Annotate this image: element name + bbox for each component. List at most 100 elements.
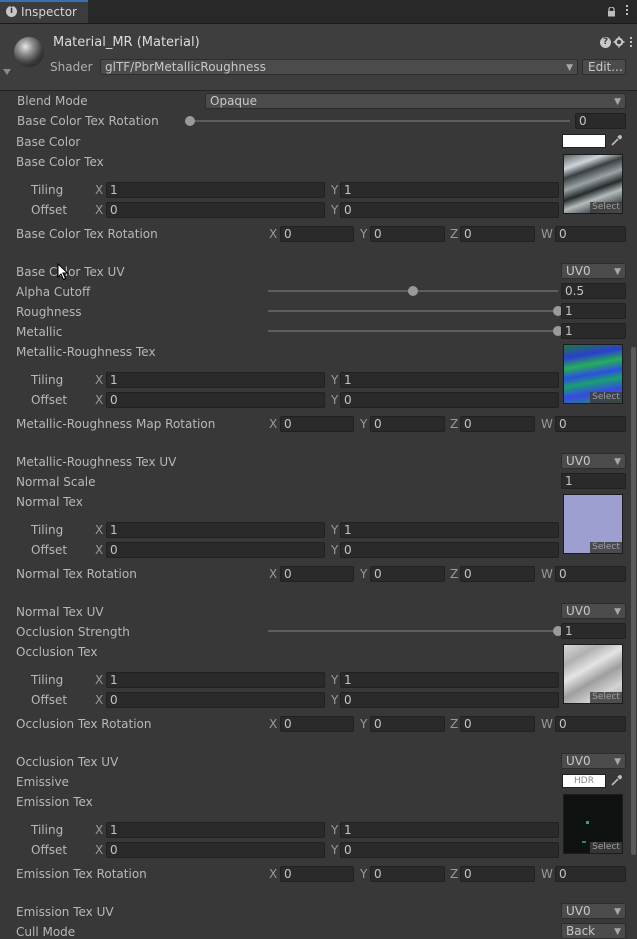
mr-tiling-y-field[interactable]: 1 xyxy=(340,372,559,388)
base-color-tiling-x-field[interactable]: 1 xyxy=(106,182,325,198)
mr-tiling-x-field[interactable]: 1 xyxy=(106,372,325,388)
help-icon[interactable]: ? xyxy=(600,37,611,48)
mr-offset-y-field[interactable]: 0 xyxy=(340,392,559,408)
tab-inspector[interactable]: i Inspector xyxy=(0,0,88,23)
shader-dropdown[interactable]: glTF/PbrMetallicRoughness ▼ xyxy=(100,59,578,75)
blend-mode-dropdown[interactable]: Opaque ▼ xyxy=(205,93,626,109)
emission-tex-uv-dropdown[interactable]: UV0 ▼ xyxy=(561,903,626,919)
normal-tiling-x-field[interactable]: 1 xyxy=(106,522,325,538)
occlusion-strength-track[interactable] xyxy=(268,630,558,632)
base-color-tiling-y-field[interactable]: 1 xyxy=(340,182,559,198)
tiling-label: Tiling xyxy=(31,183,64,197)
mr-rotation-w-field[interactable]: 0 xyxy=(555,416,626,432)
emissive-hdr-swatch[interactable]: HDR xyxy=(562,774,606,788)
roughness-track[interactable] xyxy=(268,310,558,312)
occlusion-offset-y-field[interactable]: 0 xyxy=(340,692,559,708)
alpha-cutoff-handle[interactable] xyxy=(408,286,418,296)
normal-tex-uv-dropdown[interactable]: UV0 ▼ xyxy=(561,603,626,619)
edit-shader-button[interactable]: Edit... xyxy=(582,59,626,75)
axis-x-label: X xyxy=(95,523,104,537)
emission-tex-uv-label: Emission Tex UV xyxy=(16,905,114,919)
base-color-rotation-x-field[interactable]: 0 xyxy=(280,226,354,242)
emission-rotation-x-field[interactable]: 0 xyxy=(280,866,354,882)
material-sphere-icon xyxy=(14,37,44,67)
emission-tiling-y-field[interactable]: 1 xyxy=(340,822,559,838)
axis-z-label: Z xyxy=(450,867,459,881)
normal-offset-y-field[interactable]: 0 xyxy=(340,542,559,558)
occlusion-rotation-y-field[interactable]: 0 xyxy=(370,716,445,732)
base-color-swatch[interactable] xyxy=(562,134,606,148)
roughness-value-field[interactable]: 1 xyxy=(561,303,626,319)
foldout-icon[interactable] xyxy=(3,69,11,75)
base-color-tex-uv-dropdown[interactable]: UV0 ▼ xyxy=(561,263,626,279)
metallic-roughness-tex-thumbnail[interactable]: Select xyxy=(563,344,623,404)
base-color-offset-y-field[interactable]: 0 xyxy=(340,202,559,218)
base-color-tex-thumbnail[interactable]: Select xyxy=(563,154,623,214)
kebab-icon[interactable] xyxy=(628,36,634,48)
mr-offset-x-field[interactable]: 0 xyxy=(106,392,325,408)
emission-rotation-y-field[interactable]: 0 xyxy=(370,866,445,882)
offset-label: Offset xyxy=(31,203,68,217)
base-color-tex-rotation-handle[interactable] xyxy=(185,116,195,126)
menu-icon[interactable] xyxy=(622,4,632,16)
mr-tex-uv-dropdown[interactable]: UV0 ▼ xyxy=(561,453,626,469)
occlusion-rotation-z-field[interactable]: 0 xyxy=(460,716,535,732)
emission-tex-uv-value: UV0 xyxy=(566,904,591,918)
occlusion-strength-value-field[interactable]: 1 xyxy=(561,623,626,639)
occlusion-tex-uv-label: Occlusion Tex UV xyxy=(16,755,119,769)
eyedropper-icon[interactable] xyxy=(610,774,623,787)
alpha-cutoff-value-field[interactable]: 0.5 xyxy=(561,283,626,299)
axis-x-label: X xyxy=(269,867,278,881)
axis-x-label: X xyxy=(95,823,104,837)
mr-rotation-x-field[interactable]: 0 xyxy=(280,416,354,432)
normal-offset-x-field[interactable]: 0 xyxy=(106,542,325,558)
select-label[interactable]: Select xyxy=(590,202,622,213)
normal-tiling-y-field[interactable]: 1 xyxy=(340,522,559,538)
emission-offset-y-field[interactable]: 0 xyxy=(340,842,559,858)
base-color-rotation-y-field[interactable]: 0 xyxy=(370,226,445,242)
base-color-offset-x-field[interactable]: 0 xyxy=(106,202,325,218)
axis-x-label: X xyxy=(95,203,104,217)
occlusion-tiling-y-field[interactable]: 1 xyxy=(340,672,559,688)
mr-rotation-z-field[interactable]: 0 xyxy=(460,416,535,432)
emission-rotation-w-field[interactable]: 0 xyxy=(555,866,626,882)
axis-y-label: Y xyxy=(331,673,339,687)
scrollbar-thumb[interactable] xyxy=(631,347,636,855)
occlusion-rotation-x-field[interactable]: 0 xyxy=(280,716,354,732)
base-color-tex-rotation-track[interactable] xyxy=(190,120,570,122)
occlusion-rotation-w-field[interactable]: 0 xyxy=(555,716,626,732)
occlusion-tex-thumbnail[interactable]: Select xyxy=(563,644,623,704)
base-color-rotation-w-field[interactable]: 0 xyxy=(555,226,626,242)
normal-tex-rotation-label: Normal Tex Rotation xyxy=(16,567,137,581)
emission-tex-thumbnail[interactable]: Select xyxy=(563,794,623,854)
occlusion-tex-uv-dropdown[interactable]: UV0 ▼ xyxy=(561,753,626,769)
occlusion-tiling-x-field[interactable]: 1 xyxy=(106,672,325,688)
cull-mode-dropdown[interactable]: Back ▼ xyxy=(561,923,626,939)
mr-rotation-y-field[interactable]: 0 xyxy=(370,416,445,432)
normal-scale-field[interactable]: 1 xyxy=(561,473,626,489)
base-color-tex-rotation-value-field[interactable]: 0 xyxy=(575,113,626,129)
select-label[interactable]: Select xyxy=(590,842,622,853)
normal-rotation-z-field[interactable]: 0 xyxy=(460,566,535,582)
metallic-value-field[interactable]: 1 xyxy=(561,323,626,339)
eyedropper-icon[interactable] xyxy=(610,134,623,147)
lock-icon[interactable] xyxy=(607,6,616,17)
select-label[interactable]: Select xyxy=(590,542,622,553)
select-label[interactable]: Select xyxy=(590,392,622,403)
axis-x-label: X xyxy=(95,393,104,407)
normal-tex-thumbnail[interactable]: Select xyxy=(563,494,623,554)
normal-rotation-x-field[interactable]: 0 xyxy=(280,566,354,582)
occlusion-offset-x-field[interactable]: 0 xyxy=(106,692,325,708)
axis-x-label: X xyxy=(95,183,104,197)
select-label[interactable]: Select xyxy=(590,692,622,703)
axis-y-label: Y xyxy=(360,867,368,881)
normal-rotation-y-field[interactable]: 0 xyxy=(370,566,445,582)
metallic-track[interactable] xyxy=(268,330,558,332)
base-color-rotation-z-field[interactable]: 0 xyxy=(460,226,535,242)
emission-offset-x-field[interactable]: 0 xyxy=(106,842,325,858)
normal-rotation-w-field[interactable]: 0 xyxy=(555,566,626,582)
emission-rotation-z-field[interactable]: 0 xyxy=(460,866,535,882)
settings-icon[interactable] xyxy=(613,36,625,48)
emission-tex-rotation-label: Emission Tex Rotation xyxy=(16,867,147,881)
emission-tiling-x-field[interactable]: 1 xyxy=(106,822,325,838)
